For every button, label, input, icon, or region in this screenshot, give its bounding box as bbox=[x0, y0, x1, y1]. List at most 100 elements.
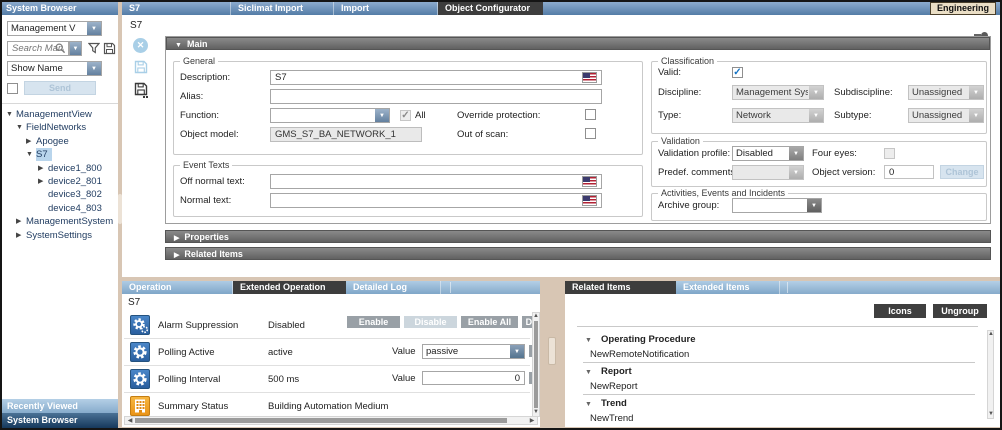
off-normal-text-input[interactable] bbox=[270, 174, 602, 189]
tree-item[interactable]: device4_803 bbox=[2, 202, 118, 215]
related-item[interactable]: NewReport bbox=[590, 381, 638, 392]
enable-button[interactable]: Enable bbox=[347, 316, 400, 328]
scroll-down-icon[interactable]: ▼ bbox=[533, 409, 539, 416]
tree-item[interactable]: ▼ManagementView bbox=[2, 108, 118, 121]
tab-operation[interactable]: Operation bbox=[122, 281, 233, 294]
send-checkbox[interactable] bbox=[7, 83, 18, 94]
tab-related-items[interactable]: Related Items bbox=[565, 281, 676, 294]
tree-item[interactable]: ▶Apogee bbox=[2, 135, 118, 148]
icons-button[interactable]: Icons bbox=[874, 304, 926, 318]
tab-extended-items[interactable]: Extended Items bbox=[676, 281, 780, 294]
save-search-icon[interactable] bbox=[103, 42, 116, 58]
chevron-down-icon: ▼ bbox=[969, 109, 983, 122]
chevron-down-icon: ▼ bbox=[969, 86, 983, 99]
related-item[interactable]: NewTrend bbox=[590, 413, 633, 424]
polling-active-dropdown[interactable]: passive▼ bbox=[422, 344, 525, 359]
view-selector-dropdown[interactable]: Management V ▼ bbox=[7, 21, 102, 36]
collapse-arrow-icon[interactable]: ▶ bbox=[16, 215, 26, 228]
related-items-section-header[interactable]: ▶ Related Items bbox=[165, 247, 991, 260]
disable-all-button[interactable]: Disable All bbox=[522, 316, 532, 328]
tree-item[interactable]: ▼FieldNetworks bbox=[2, 121, 118, 134]
tab-import[interactable]: Import bbox=[334, 2, 438, 15]
collapse-arrow-icon[interactable]: ▶ bbox=[174, 235, 179, 242]
collapse-arrow-icon[interactable]: ▶ bbox=[38, 162, 48, 175]
tree-item[interactable]: ▶ManagementSystem bbox=[2, 215, 118, 228]
related-group-header[interactable]: ▼Report bbox=[585, 366, 632, 377]
close-icon[interactable]: ✕ bbox=[133, 38, 148, 53]
scroll-right-icon[interactable]: ▶ bbox=[528, 418, 536, 425]
collapse-arrow-icon[interactable]: ▶ bbox=[174, 252, 179, 259]
description-input[interactable] bbox=[270, 70, 602, 85]
enable-all-button[interactable]: Enable All bbox=[461, 316, 518, 328]
archive-group-dropdown[interactable]: ▼ bbox=[732, 198, 822, 213]
expand-arrow-icon[interactable]: ▼ bbox=[6, 108, 16, 121]
polling-interval-input[interactable] bbox=[422, 371, 525, 385]
vertical-scrollbar[interactable]: ▲ ▼ bbox=[532, 312, 540, 417]
collapse-arrow-icon[interactable]: ▶ bbox=[16, 229, 26, 242]
function-dropdown[interactable]: ▼ bbox=[270, 108, 390, 123]
chevron-down-icon[interactable]: ▼ bbox=[375, 109, 389, 122]
search-icon bbox=[55, 43, 66, 57]
expand-arrow-icon[interactable]: ▼ bbox=[175, 42, 182, 49]
tab-object-configurator[interactable]: Object Configurator bbox=[438, 2, 543, 15]
tab-s7[interactable]: S7 bbox=[122, 2, 231, 15]
view-selector-value: Management V bbox=[11, 22, 86, 35]
collapse-arrow-icon[interactable]: ▶ bbox=[38, 175, 48, 188]
panel-splitter-handle[interactable] bbox=[548, 337, 556, 365]
expand-arrow-icon[interactable]: ▼ bbox=[585, 337, 601, 344]
filter-icon[interactable] bbox=[88, 42, 100, 57]
save-as-icon[interactable] bbox=[134, 82, 148, 101]
chevron-down-icon[interactable]: ▼ bbox=[807, 199, 821, 212]
tree-item[interactable]: ▶device2_801 bbox=[2, 175, 118, 188]
tree-item[interactable]: ▶SystemSettings bbox=[2, 229, 118, 242]
us-flag-icon bbox=[582, 72, 597, 83]
chevron-down-icon[interactable]: ▼ bbox=[510, 345, 524, 358]
horizontal-scrollbar[interactable]: ◀ ▶ bbox=[124, 416, 538, 425]
related-group-header[interactable]: ▼Trend bbox=[585, 398, 627, 409]
normal-text-input[interactable] bbox=[270, 193, 602, 208]
system-browser-bar[interactable]: System Browser bbox=[2, 413, 118, 428]
search-options-dropdown[interactable]: ▼ bbox=[69, 41, 82, 56]
valid-checkbox[interactable]: ✓ bbox=[732, 67, 743, 78]
save-icon[interactable] bbox=[134, 60, 148, 77]
properties-section-header[interactable]: ▶ Properties bbox=[165, 230, 991, 243]
send-button[interactable]: Send bbox=[24, 81, 96, 95]
tree-item[interactable]: ▶device1_800 bbox=[2, 162, 118, 175]
collapse-arrow-icon[interactable]: ▶ bbox=[26, 135, 36, 148]
chevron-down-icon: ▼ bbox=[809, 109, 823, 122]
related-item[interactable]: NewRemoteNotification bbox=[590, 349, 689, 360]
scroll-up-icon[interactable]: ▲ bbox=[988, 331, 993, 338]
related-group-header[interactable]: ▼Operating Procedure bbox=[585, 334, 696, 345]
browser-splitter-handle[interactable] bbox=[118, 194, 122, 224]
chevron-down-icon[interactable]: ▼ bbox=[87, 22, 101, 35]
tab-extended-operation[interactable]: Extended Operation bbox=[233, 281, 346, 294]
tab-detailed-log[interactable]: Detailed Log bbox=[346, 281, 441, 294]
main-section-header[interactable]: ▼ Main bbox=[166, 37, 990, 50]
ungroup-button[interactable]: Ungroup bbox=[933, 304, 987, 318]
gear-icon bbox=[130, 342, 150, 362]
expand-arrow-icon[interactable]: ▼ bbox=[585, 369, 601, 376]
out-of-scan-checkbox[interactable] bbox=[585, 128, 596, 139]
chevron-down-icon[interactable]: ▼ bbox=[87, 62, 101, 75]
tree-item[interactable]: device3_802 bbox=[2, 188, 118, 201]
recently-viewed-bar[interactable]: Recently Viewed bbox=[2, 399, 118, 413]
display-mode-dropdown[interactable]: Show Name ▼ bbox=[7, 61, 102, 76]
validation-profile-dropdown[interactable]: Disabled▼ bbox=[732, 146, 804, 161]
related-body: Icons Ungroup ▼Operating Procedure NewRe… bbox=[565, 294, 1000, 427]
engineering-button[interactable]: Engineering bbox=[930, 2, 996, 15]
scroll-up-icon[interactable]: ▲ bbox=[533, 313, 539, 320]
tab-siclimat-import[interactable]: Siclimat Import bbox=[231, 2, 334, 15]
scroll-left-icon[interactable]: ◀ bbox=[126, 418, 134, 425]
expand-arrow-icon[interactable]: ▼ bbox=[585, 401, 601, 408]
scroll-down-icon[interactable]: ▼ bbox=[988, 411, 993, 418]
vertical-scrollbar[interactable]: ▲ ▼ bbox=[987, 330, 994, 419]
expand-arrow-icon[interactable]: ▼ bbox=[16, 121, 26, 134]
chevron-down-icon[interactable]: ▼ bbox=[789, 147, 803, 160]
all-checkbox[interactable]: ✓ bbox=[400, 110, 411, 121]
override-protection-checkbox[interactable] bbox=[585, 109, 596, 120]
operation-object-label: S7 bbox=[128, 296, 140, 309]
tree-item-selected[interactable]: ▼S7 bbox=[2, 148, 118, 161]
alias-input[interactable] bbox=[270, 89, 602, 104]
us-flag-icon bbox=[582, 176, 597, 187]
expand-arrow-icon[interactable]: ▼ bbox=[26, 148, 36, 161]
